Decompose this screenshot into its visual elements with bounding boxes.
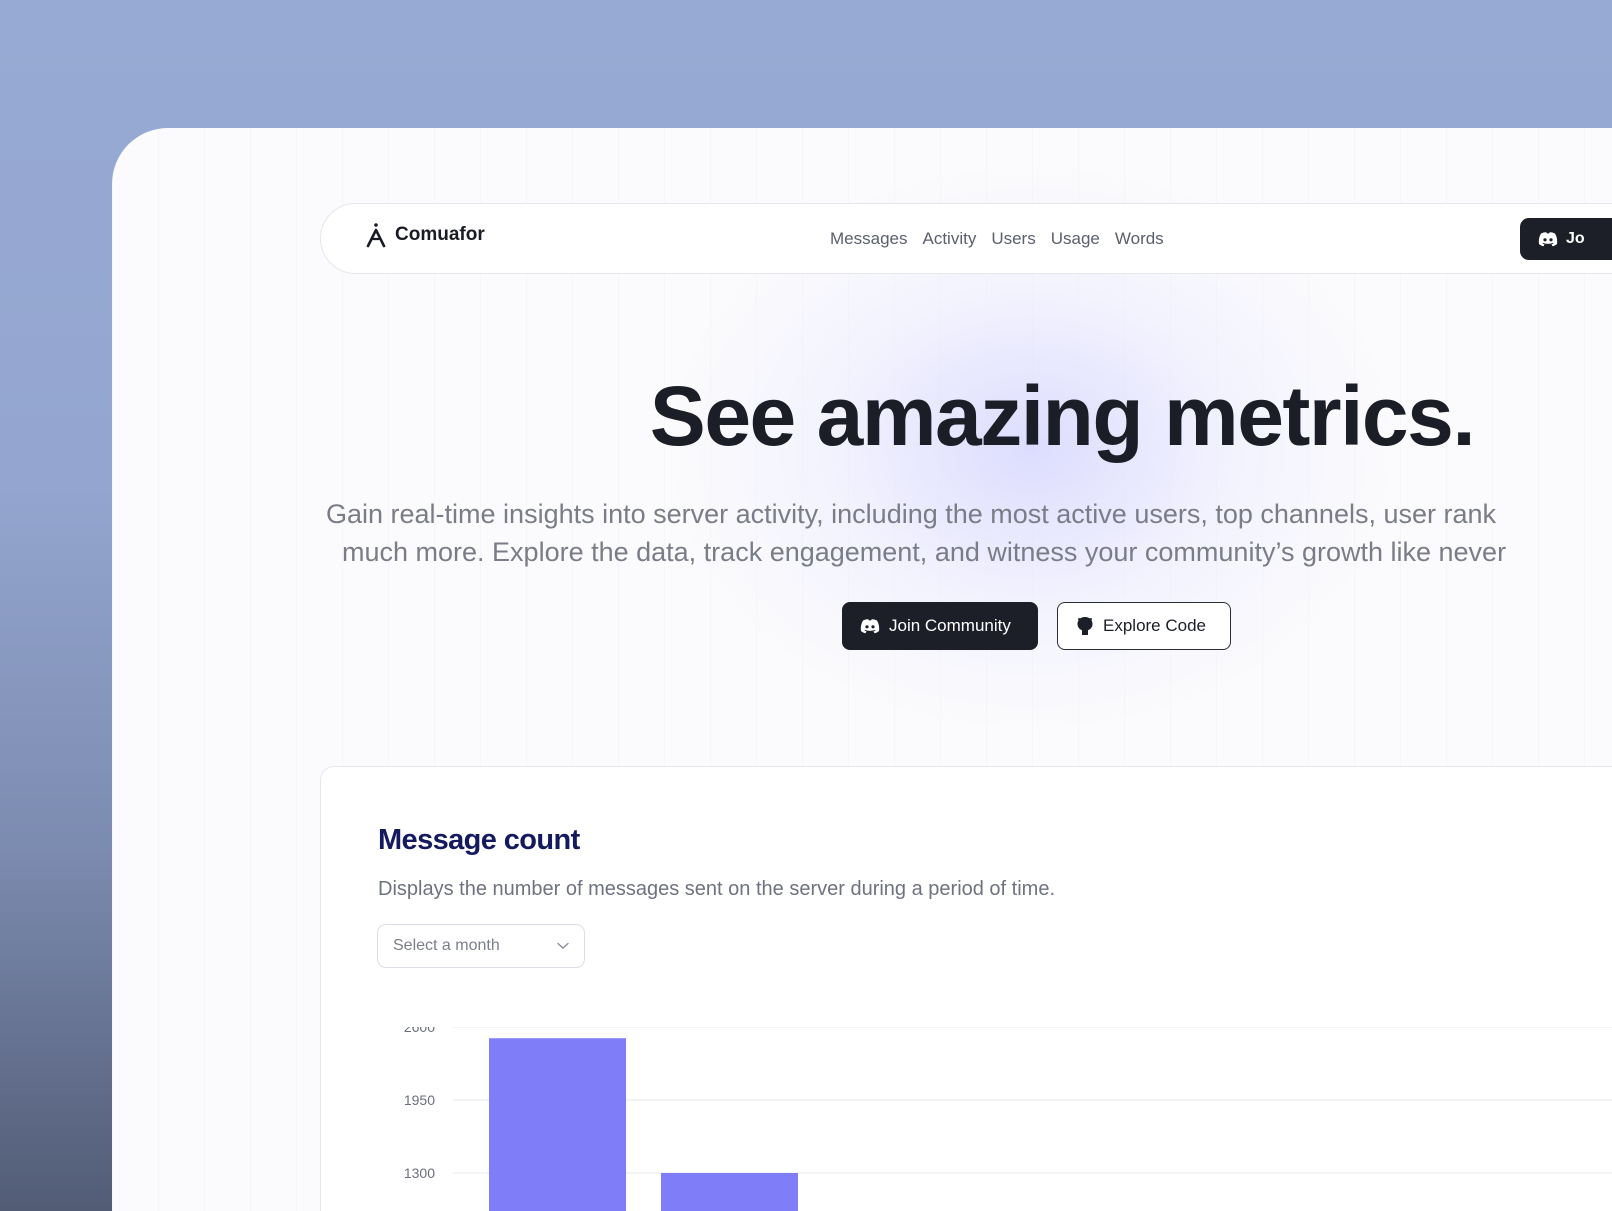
join-community-label: Join Community	[889, 616, 1011, 635]
bar-2[interactable]	[661, 1173, 798, 1211]
discord-icon	[860, 619, 880, 634]
y-tick-label: 1950	[404, 1092, 435, 1108]
message-count-chart: 2600 1950 1300	[404, 1027, 1612, 1211]
chevron-down-icon	[557, 942, 569, 949]
month-select[interactable]: Select a month	[377, 924, 585, 968]
nav-link-users[interactable]: Users	[991, 229, 1035, 249]
join-community-button[interactable]: Join Community	[842, 602, 1038, 650]
hero-subtitle-line-2: much more. Explore the data, track engag…	[342, 537, 1507, 567]
hero-subtitle-line-1: Gain real-time insights into server acti…	[326, 499, 1497, 529]
browser-window: Comuafor Messages Activity Users Usage W…	[112, 128, 1612, 1211]
y-tick-label: 1300	[404, 1165, 435, 1181]
explore-code-label: Explore Code	[1103, 616, 1207, 635]
hero-subtitle: Gain real-time insights into server acti…	[326, 495, 1612, 571]
month-select-placeholder: Select a month	[393, 937, 500, 954]
brand-a-icon	[366, 223, 386, 248]
discord-icon	[1538, 232, 1558, 247]
bar-1[interactable]	[489, 1038, 626, 1211]
nav-link-messages[interactable]: Messages	[830, 229, 907, 249]
card-description: Displays the number of messages sent on …	[378, 878, 1056, 900]
card-title: Message count	[378, 824, 580, 856]
nav-link-usage[interactable]: Usage	[1051, 229, 1100, 249]
nav-join-label: Jo	[1566, 230, 1585, 247]
y-tick-label: 2600	[404, 1027, 435, 1035]
nav-link-activity[interactable]: Activity	[922, 229, 976, 249]
hero-title: See amazing metrics.	[649, 369, 1476, 463]
brand-name: Comuafor	[395, 224, 485, 245]
cta-buttons: Join Community Explore Code	[842, 602, 1231, 650]
nav-links: Messages Activity Users Usage Words	[830, 229, 1164, 249]
nav-join-button[interactable]: Jo	[1520, 218, 1612, 260]
github-icon	[1077, 617, 1093, 635]
brand[interactable]: Comuafor	[365, 222, 485, 248]
explore-code-button[interactable]: Explore Code	[1057, 602, 1231, 650]
message-count-card: Message count Displays the number of mes…	[320, 766, 1612, 1211]
top-navbar: Comuafor Messages Activity Users Usage W…	[320, 203, 1612, 274]
nav-link-words[interactable]: Words	[1115, 229, 1164, 249]
